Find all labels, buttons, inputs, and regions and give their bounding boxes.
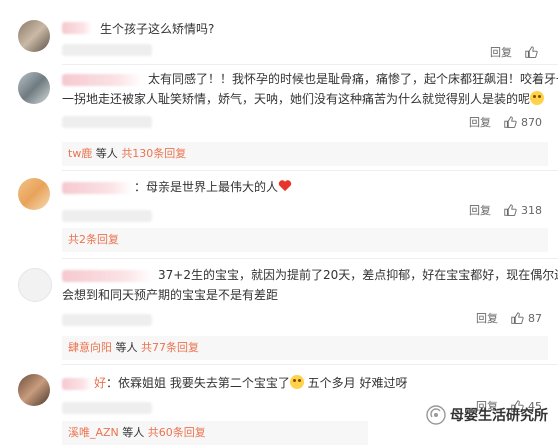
reply-button[interactable]: 回复 [469, 114, 491, 130]
comment-actions: 回复 [490, 44, 542, 60]
reply-button[interactable]: 回复 [490, 44, 512, 60]
thumbs-up-icon[interactable] [503, 203, 517, 217]
blurred-username [62, 270, 152, 282]
blurred-username [62, 182, 132, 194]
comment-actions: 回复 870 [469, 114, 542, 130]
comment-text-line1: 37+2生的宝宝，就因为提前了20天，差点抑郁，好在宝宝都好，现在偶尔还 [158, 268, 558, 282]
comment-text: 好：依霖姐姐 我要失去第二个宝宝了 五个多月 好难过呀 [94, 375, 408, 390]
blurred-timestamp [62, 116, 152, 128]
comment-text-line2: 一拐地走还被家人耻笑矫情，娇气，天呐，她们没有这种痛苦为什么就觉得别人是装的呢 [62, 90, 545, 108]
sub-reply-author[interactable]: 肆意向阳 [68, 341, 112, 354]
divider [62, 170, 558, 171]
sub-reply-middle: 等人 [92, 147, 122, 160]
comment-text-line1: 太有同感了！！我怀孕的时候也是耻骨痛，痛惨了，起个床都狂飙泪！咬着牙一瘸 [148, 72, 558, 86]
sub-replies[interactable]: tw鹿 等人 共130条回复 [62, 142, 548, 166]
like-count: 870 [521, 115, 542, 129]
comment-text: 生个孩子这么矫情吗? [100, 22, 215, 36]
thumbs-up-icon[interactable] [503, 115, 517, 129]
comment-text: ：母亲是世界上最伟大的人 [134, 178, 292, 196]
blurred-timestamp [62, 44, 152, 56]
avatar[interactable] [18, 374, 50, 406]
crying-face-icon [530, 91, 545, 105]
sub-reply-count[interactable]: 共60条回复 [148, 426, 206, 439]
crying-face-icon [289, 375, 304, 389]
avatar[interactable] [18, 20, 50, 52]
blurred-timestamp [62, 402, 152, 414]
thumbs-up-icon[interactable] [510, 311, 524, 325]
watermark-text: 母婴生活研究所 [450, 408, 548, 424]
avatar[interactable] [18, 268, 52, 302]
sub-reply-count[interactable]: 共77条回复 [141, 341, 199, 354]
blurred-username [62, 378, 92, 390]
sub-replies[interactable]: 溪唯_AZN 等人 共60条回复 [62, 421, 368, 445]
sub-reply-author[interactable]: tw鹿 [68, 147, 92, 160]
sub-reply-count[interactable]: 共2条回复 [68, 233, 119, 246]
avatar[interactable] [18, 72, 50, 104]
comment-actions: 回复 318 [469, 202, 542, 218]
reply-button[interactable]: 回复 [476, 310, 498, 326]
comment-text-line2: 会想到和同天预产期的宝宝是不是有差距 [62, 288, 279, 302]
like-count: 318 [521, 203, 542, 217]
reply-button[interactable]: 回复 [469, 202, 491, 218]
avatar[interactable] [18, 178, 50, 210]
comment-actions: 回复 87 [476, 310, 542, 326]
sub-reply-count[interactable]: 共130条回复 [121, 147, 186, 160]
sub-reply-middle: 等人 [112, 341, 141, 354]
blurred-timestamp [62, 314, 152, 326]
heart-icon [278, 180, 292, 192]
watermark: 母婴生活研究所 [426, 405, 548, 425]
sub-replies[interactable]: 肆意向阳 等人 共77条回复 [62, 336, 548, 360]
blurred-username [62, 22, 92, 34]
thumbs-up-icon[interactable] [524, 45, 538, 59]
blurred-timestamp [62, 210, 152, 222]
divider [62, 64, 558, 65]
divider [62, 258, 558, 259]
sub-reply-author[interactable]: 溪唯_AZN [68, 426, 119, 439]
blurred-username [62, 74, 142, 86]
like-count: 87 [528, 311, 542, 325]
wechat-official-account-icon [426, 405, 446, 425]
sub-reply-middle: 等人 [118, 426, 148, 439]
sub-replies[interactable]: 共2条回复 [62, 228, 548, 252]
divider [62, 364, 558, 365]
